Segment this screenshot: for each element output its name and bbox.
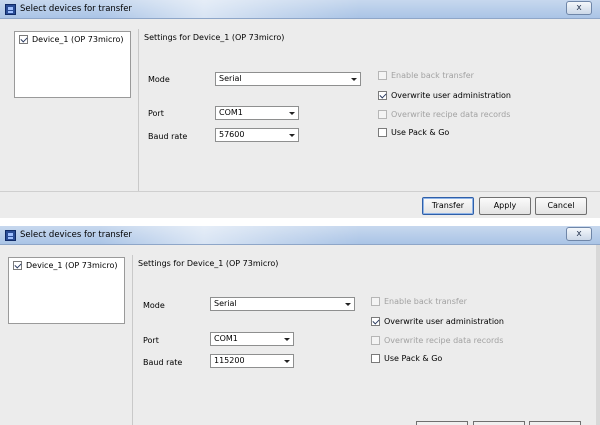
mode-label: Mode <box>143 301 165 310</box>
settings-panel: Settings for Device_1 (OP 73micro) Mode … <box>138 29 600 191</box>
baud-rate-value: 57600 <box>219 130 245 139</box>
overwrite-recipe-option: Overwrite recipe data records <box>378 110 510 119</box>
overwrite-recipe-label: Overwrite recipe data records <box>384 336 504 345</box>
enable-back-transfer-label: Enable back transfer <box>384 297 467 306</box>
overwrite-recipe-label: Overwrite recipe data records <box>391 110 511 119</box>
enable-back-transfer-label: Enable back transfer <box>391 71 474 80</box>
use-pack-and-go-checkbox[interactable] <box>378 128 387 137</box>
use-pack-and-go-checkbox[interactable] <box>371 354 380 363</box>
overwrite-user-admin-option[interactable]: Overwrite user administration <box>371 317 504 326</box>
chevron-down-icon <box>284 360 290 363</box>
overwrite-user-admin-checkbox[interactable] <box>378 91 387 100</box>
overwrite-recipe-option: Overwrite recipe data records <box>371 336 503 345</box>
use-pack-and-go-label: Use Pack & Go <box>391 128 450 137</box>
close-button[interactable]: x <box>566 227 592 241</box>
chevron-down-icon <box>289 134 295 137</box>
settings-title: Settings for Device_1 (OP 73micro) <box>144 33 285 42</box>
mode-value: Serial <box>214 299 237 308</box>
cancel-button-partial[interactable] <box>529 421 581 425</box>
use-pack-and-go-label: Use Pack & Go <box>384 354 443 363</box>
transfer-button-partial[interactable] <box>416 421 468 425</box>
device-list[interactable]: Device_1 (OP 73micro) <box>8 257 125 324</box>
port-value: COM1 <box>214 334 238 343</box>
overwrite-recipe-checkbox <box>371 336 380 345</box>
baud-rate-value: 115200 <box>214 356 245 365</box>
chevron-down-icon <box>351 78 357 81</box>
chevron-down-icon <box>345 303 351 306</box>
device-label: Device_1 (OP 73micro) <box>32 35 124 44</box>
mode-label: Mode <box>148 75 170 84</box>
enable-back-transfer-option: Enable back transfer <box>371 297 467 306</box>
device-checkbox[interactable] <box>13 261 22 270</box>
overwrite-user-admin-option[interactable]: Overwrite user administration <box>378 91 511 100</box>
apply-button-partial[interactable] <box>473 421 525 425</box>
device-item[interactable]: Device_1 (OP 73micro) <box>19 35 124 44</box>
port-label: Port <box>148 109 164 118</box>
device-list[interactable]: Device_1 (OP 73micro) <box>14 31 131 98</box>
enable-back-transfer-option: Enable back transfer <box>378 71 474 80</box>
window-edge <box>596 245 600 425</box>
overwrite-recipe-checkbox <box>378 110 387 119</box>
transfer-button[interactable]: Transfer <box>422 197 474 215</box>
enable-back-transfer-checkbox <box>371 297 380 306</box>
settings-title: Settings for Device_1 (OP 73micro) <box>138 259 279 268</box>
overwrite-user-admin-checkbox[interactable] <box>371 317 380 326</box>
dialog-title: Select devices for transfer <box>20 230 132 240</box>
apply-button[interactable]: Apply <box>479 197 531 215</box>
device-label: Device_1 (OP 73micro) <box>26 261 118 270</box>
button-bar: Transfer Apply Cancel <box>0 191 600 218</box>
app-icon <box>5 4 16 15</box>
enable-back-transfer-checkbox <box>378 71 387 80</box>
port-value: COM1 <box>219 108 243 117</box>
chevron-down-icon <box>284 338 290 341</box>
use-pack-and-go-option[interactable]: Use Pack & Go <box>371 354 442 363</box>
baud-rate-label: Baud rate <box>143 358 183 367</box>
baud-rate-select[interactable]: 57600 <box>215 128 299 142</box>
transfer-dialog-1: Select devices for transfer x Device_1 (… <box>0 0 600 218</box>
use-pack-and-go-option[interactable]: Use Pack & Go <box>378 128 449 137</box>
device-checkbox[interactable] <box>19 35 28 44</box>
port-select[interactable]: COM1 <box>210 332 294 346</box>
mode-value: Serial <box>219 74 242 83</box>
overwrite-user-admin-label: Overwrite user administration <box>384 317 504 326</box>
app-icon <box>5 230 16 241</box>
title-bar[interactable]: Select devices for transfer x <box>0 0 600 19</box>
port-label: Port <box>143 336 159 345</box>
dialog-title: Select devices for transfer <box>20 4 132 14</box>
baud-rate-select[interactable]: 115200 <box>210 354 294 368</box>
cancel-button[interactable]: Cancel <box>535 197 587 215</box>
close-button[interactable]: x <box>566 1 592 15</box>
mode-select[interactable]: Serial <box>210 297 355 311</box>
baud-rate-label: Baud rate <box>148 132 188 141</box>
mode-select[interactable]: Serial <box>215 72 361 86</box>
device-item[interactable]: Device_1 (OP 73micro) <box>13 261 118 270</box>
settings-panel: Settings for Device_1 (OP 73micro) Mode … <box>132 255 600 425</box>
overwrite-user-admin-label: Overwrite user administration <box>391 91 511 100</box>
port-select[interactable]: COM1 <box>215 106 299 120</box>
title-bar[interactable]: Select devices for transfer x <box>0 226 600 245</box>
chevron-down-icon <box>289 112 295 115</box>
transfer-dialog-2: Select devices for transfer x Device_1 (… <box>0 226 600 425</box>
